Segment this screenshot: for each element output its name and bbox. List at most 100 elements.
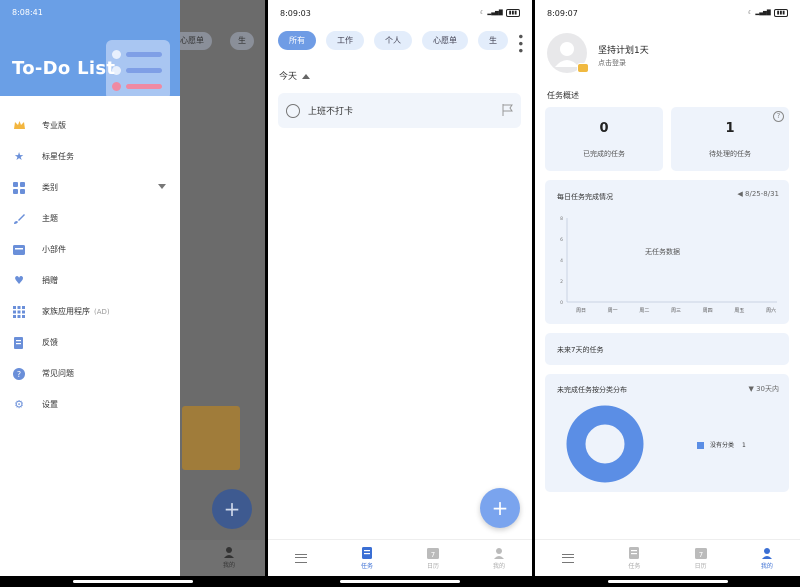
- y-tick-label: 8: [560, 216, 563, 222]
- help-icon[interactable]: ?: [773, 111, 784, 122]
- nav-tasks[interactable]: 任务: [334, 540, 400, 576]
- completed-label: 已完成的任务: [583, 150, 625, 158]
- checklist-illustration: [106, 40, 170, 96]
- calendar-icon: 7: [694, 547, 707, 559]
- avatar[interactable]: [547, 33, 589, 73]
- status-time: 8:09:07: [547, 8, 578, 18]
- battery-icon: ▮▮▮: [773, 9, 788, 17]
- home-indicator[interactable]: [72, 580, 193, 583]
- star-icon: ★: [14, 150, 24, 163]
- signal-icon: ▂▄▆█: [755, 10, 771, 16]
- tasks-icon: [629, 546, 640, 559]
- battery-icon: ▮▮▮: [505, 9, 520, 17]
- x-tick-label: 周三: [671, 308, 681, 314]
- menu-item-category[interactable]: 类别: [0, 172, 180, 203]
- status-bar: 8:09:07 ☾ ▂▄▆█ ▮▮▮: [535, 0, 800, 26]
- screen-tasks: 8:09:03 ☾ ▂▄▆█ ▮▮▮ 所有 工作 个人 心愿单 生 ••• 今天…: [268, 0, 532, 587]
- menu-item-pro[interactable]: 专业版: [0, 110, 180, 141]
- task-checkbox[interactable]: [286, 103, 300, 118]
- moon-icon: ☾: [747, 10, 753, 16]
- nav-me[interactable]: 我的: [466, 540, 532, 576]
- bg-nav-me: 我的: [223, 546, 235, 569]
- hamburger-icon: [562, 553, 575, 563]
- status-time: 8:09:03: [280, 8, 311, 18]
- moon-icon: ☾: [479, 10, 485, 16]
- chip-all[interactable]: 所有: [278, 31, 316, 50]
- bg-note-illustration: [182, 406, 240, 470]
- nav-calendar[interactable]: 7 日历: [668, 540, 734, 576]
- nav-calendar[interactable]: 7 日历: [400, 540, 466, 576]
- menu-item-donate[interactable]: ♥ 捐赠: [0, 265, 180, 296]
- menu-label: 类别: [42, 183, 58, 192]
- legend-swatch: [697, 442, 704, 449]
- tasks-icon: [362, 546, 372, 559]
- category-panel: 未完成任务按分类分布 ▼ 30天内 没有分类 1: [545, 374, 789, 492]
- nav-label: 任务: [360, 562, 373, 570]
- overview-label: 任务概述: [547, 91, 579, 100]
- menu-item-starred[interactable]: ★ 标星任务: [0, 141, 180, 172]
- x-tick-label: 周四: [703, 308, 713, 314]
- menu-item-widget[interactable]: 小部件: [0, 234, 180, 265]
- svg-text:7: 7: [698, 551, 702, 559]
- login-link[interactable]: 点击登录: [598, 58, 626, 68]
- pending-card[interactable]: ? 1 待处理的任务: [671, 107, 789, 171]
- x-tick-label: 周一: [608, 308, 618, 314]
- home-indicator[interactable]: [607, 580, 728, 583]
- menu-label: 设置: [42, 400, 58, 409]
- y-tick-label: 2: [560, 279, 563, 285]
- nav-me[interactable]: 我的: [734, 540, 800, 576]
- category-icon: [12, 181, 26, 195]
- brush-icon: [12, 212, 26, 226]
- menu-item-settings[interactable]: ⚙ 设置: [0, 389, 180, 420]
- gesture-area: [0, 576, 265, 587]
- status-time: 8:08:41: [12, 8, 43, 17]
- person-icon: [494, 547, 504, 559]
- section-header-today[interactable]: 今天: [279, 69, 311, 82]
- nav-menu[interactable]: [268, 540, 334, 576]
- nav-label: 日历: [694, 562, 707, 570]
- gear-icon: ⚙: [14, 398, 24, 411]
- future-tasks-panel[interactable]: 未来7天的任务: [545, 333, 789, 365]
- chip-personal[interactable]: 个人: [374, 31, 412, 50]
- x-tick-label: 周二: [639, 308, 649, 314]
- screen-me: 8:09:07 ☾ ▂▄▆█ ▮▮▮ 坚持计划1天 点击登录 任务概述 0 已完…: [535, 0, 800, 587]
- signal-icon: ▂▄▆█: [487, 10, 503, 16]
- flag-icon[interactable]: [502, 104, 513, 116]
- drawer-menu: 专业版 ★ 标星任务 类别 主题 小部件 ♥ 捐赠 家族应用程序 (AD) 反馈…: [0, 110, 180, 420]
- nav-tasks[interactable]: 任务: [601, 540, 667, 576]
- home-indicator[interactable]: [340, 580, 460, 583]
- menu-item-theme[interactable]: 主题: [0, 203, 180, 234]
- future-tasks-title: 未来7天的任务: [557, 346, 604, 354]
- x-tick-label: 周日: [576, 308, 586, 314]
- completed-card[interactable]: 0 已完成的任务: [545, 107, 663, 171]
- gesture-area: [268, 576, 532, 587]
- menu-label: 专业版: [42, 121, 66, 130]
- donut-chart: [566, 405, 644, 483]
- task-item[interactable]: 上班不打卡: [278, 93, 521, 128]
- chip-work[interactable]: 工作: [326, 31, 364, 50]
- nav-label: 我的: [492, 562, 505, 570]
- grid-icon: [12, 305, 26, 319]
- pending-label: 待处理的任务: [709, 150, 751, 158]
- menu-item-family-apps[interactable]: 家族应用程序 (AD): [0, 296, 180, 327]
- calendar-icon: 7: [427, 547, 439, 559]
- chip-life[interactable]: 生: [478, 31, 508, 50]
- nav-label: 日历: [426, 562, 439, 570]
- no-data-label: 无任务数据: [645, 248, 680, 256]
- more-options-icon[interactable]: •••: [513, 33, 527, 54]
- hamburger-icon: [295, 553, 307, 563]
- nav-menu[interactable]: [535, 540, 601, 576]
- menu-item-faq[interactable]: ? 常见问题: [0, 358, 180, 389]
- bg-nav-me-label: 我的: [222, 562, 235, 569]
- status-icons: ☾ ▂▄▆█ ▮▮▮: [480, 9, 520, 17]
- menu-label: 标星任务: [42, 152, 74, 161]
- menu-item-feedback[interactable]: 反馈: [0, 327, 180, 358]
- add-task-button[interactable]: +: [480, 488, 520, 528]
- chevron-down-icon[interactable]: [158, 184, 166, 189]
- dimmed-background[interactable]: 心愿单 生 + 我的: [172, 0, 265, 576]
- question-icon: ?: [12, 367, 26, 381]
- nav-label: 任务: [628, 562, 641, 570]
- chip-wishlist[interactable]: 心愿单: [422, 31, 468, 50]
- bottom-navbar: 任务 7 日历 我的: [535, 539, 800, 576]
- crown-badge-icon: [577, 63, 589, 73]
